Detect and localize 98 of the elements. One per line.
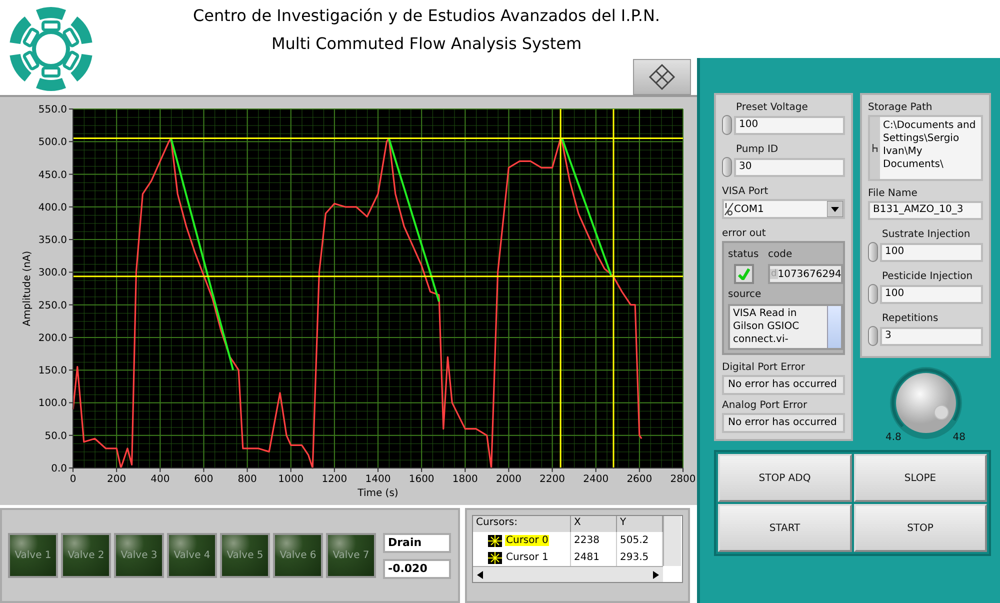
x-tick-label: 0 [70, 474, 76, 485]
table-cell: 2238 [571, 532, 617, 549]
crosshair-icon [488, 552, 502, 564]
x-tick-label: 1400 [365, 474, 391, 485]
caret-icon [827, 201, 843, 217]
y-tick-label: 400.0 [38, 202, 67, 214]
x-tick-label: 1800 [452, 474, 478, 485]
x-axis-title: Time (s) [358, 488, 398, 499]
control-button[interactable]: START [718, 504, 852, 552]
y-tick-label: 200.0 [38, 332, 67, 344]
cursor-name[interactable]: Cursor 0 [505, 535, 550, 546]
control-button[interactable]: SLOPE [854, 454, 987, 502]
field-label: Storage Path [868, 102, 934, 113]
y-tick-label: 50.0 [44, 430, 67, 442]
scrollbar[interactable] [827, 306, 842, 348]
numeric-field[interactable]: 100 [734, 116, 845, 134]
x-tick-label: 2200 [540, 474, 565, 485]
numeric-field[interactable]: 3 [880, 326, 983, 346]
path-text: C:\Documents and Settings\Sergio Ivan\My Documents\ [882, 119, 977, 172]
valve-button[interactable]: Valve 7 [326, 533, 376, 578]
field-label: source [728, 289, 762, 300]
crosshair-icon [488, 534, 502, 546]
valve-button[interactable]: Valve 5 [220, 533, 270, 578]
x-tick-label: 1600 [408, 474, 434, 485]
error-field: No error has occurred [722, 413, 845, 433]
cursor-name[interactable]: Cursor 1 [505, 552, 550, 563]
right-arrow-icon [652, 570, 660, 578]
y-tick-label: 350.0 [38, 235, 67, 246]
x-tick-label: 2400 [583, 474, 609, 485]
table-cell: 505.2 [617, 532, 663, 549]
cluster-label: error out [722, 228, 767, 239]
y-tick-label: 500.0 [38, 137, 67, 148]
x-tick-label: 2600 [626, 474, 652, 485]
field-label: File Name [868, 188, 918, 199]
x-tick-label: 400 [150, 474, 170, 485]
x-tick-label: 600 [194, 474, 214, 485]
cursor-line[interactable] [560, 109, 562, 468]
x-tick-label: 2000 [496, 474, 522, 485]
field-label: Preset Voltage [736, 102, 809, 113]
window-title: Multi Commuted Flow Analysis System [271, 33, 582, 55]
io-icon [724, 201, 734, 217]
y-tick-label: 450.0 [38, 170, 67, 181]
y-tick-label: 150.0 [38, 366, 67, 377]
table-cell[interactable]: Cursor 0 [473, 532, 571, 549]
numeric-field[interactable]: 100 [880, 284, 983, 304]
y-tick-label: 300.0 [38, 268, 67, 279]
y-tick-label: 250.0 [38, 300, 67, 312]
window-title: Centro de Investigación y de Estudios Avanzados del I.P.N. [193, 5, 660, 27]
y-tick-label: 550.0 [38, 104, 67, 116]
check-icon [738, 268, 750, 280]
y-tick-label: 0.0 [51, 464, 67, 474]
code-value: 1073676294 [778, 268, 842, 280]
path-field[interactable]: C:\Documents and Settings\Sergio Ivan\My Documents\ [868, 115, 983, 181]
align-button[interactable] [633, 59, 691, 95]
x-tick-label: 1200 [322, 474, 348, 485]
valve-button[interactable]: Valve 4 [167, 533, 217, 578]
dropdown-value: COM1 [734, 204, 765, 214]
control-button[interactable]: STOP [854, 504, 987, 552]
error-field: No error has occurred [722, 375, 845, 395]
field-label: VISA Port [722, 186, 770, 197]
numeric-field[interactable]: 30 [734, 158, 845, 176]
field-label: Analog Port Error [722, 400, 808, 411]
field-label: Repetitions [882, 313, 940, 324]
control-button[interactable]: STOP ADQ [718, 454, 852, 502]
field-label: Digital Port Error [722, 362, 806, 373]
path-icon [872, 144, 878, 152]
x-tick-label: 1000 [278, 474, 304, 485]
field-label: code [768, 249, 794, 260]
y-tick-label: 100.0 [38, 398, 67, 410]
y-axis-title: Amplitude (nA) [22, 250, 33, 326]
field-label: Sustrate Injection [882, 229, 972, 240]
cursor-line[interactable] [73, 276, 683, 278]
knob-pointer[interactable] [933, 404, 948, 420]
numeric-field[interactable]: 100 [880, 242, 983, 262]
valve-button[interactable]: Valve 2 [61, 533, 111, 578]
left-arrow-icon [476, 570, 484, 578]
x-tick-label: 800 [238, 474, 257, 485]
field-label: Pesticide Injection [882, 271, 974, 282]
column-header: Y [617, 516, 663, 532]
diamond-icon [648, 63, 676, 91]
drain-label: Drain [383, 532, 451, 552]
valve-button[interactable]: Valve 3 [114, 533, 164, 578]
knob-min-label: 4.8 [886, 432, 902, 443]
horizontal-scrollbar[interactable] [473, 566, 663, 582]
valve-button[interactable]: Valve 1 [8, 533, 58, 578]
field-label: status [728, 249, 760, 260]
x-tick-label: 200 [107, 474, 126, 485]
knob-max-label: 48 [952, 432, 966, 443]
drain-value: -0.020 [383, 558, 451, 578]
x-tick-label: 2800 [670, 474, 695, 485]
text-field[interactable]: B131_AMZO_10_3 [868, 201, 983, 220]
field-label: Pump ID [736, 144, 780, 155]
port-dropdown[interactable]: COM1 [722, 199, 845, 219]
column-header: Cursors: [473, 516, 571, 532]
valve-button[interactable]: Valve 6 [273, 533, 323, 578]
vertical-scrollbar[interactable] [663, 516, 681, 566]
column-header: X [571, 516, 617, 532]
source-text: VISA Read in Gilson GSIOC connect.vi- [732, 307, 800, 347]
